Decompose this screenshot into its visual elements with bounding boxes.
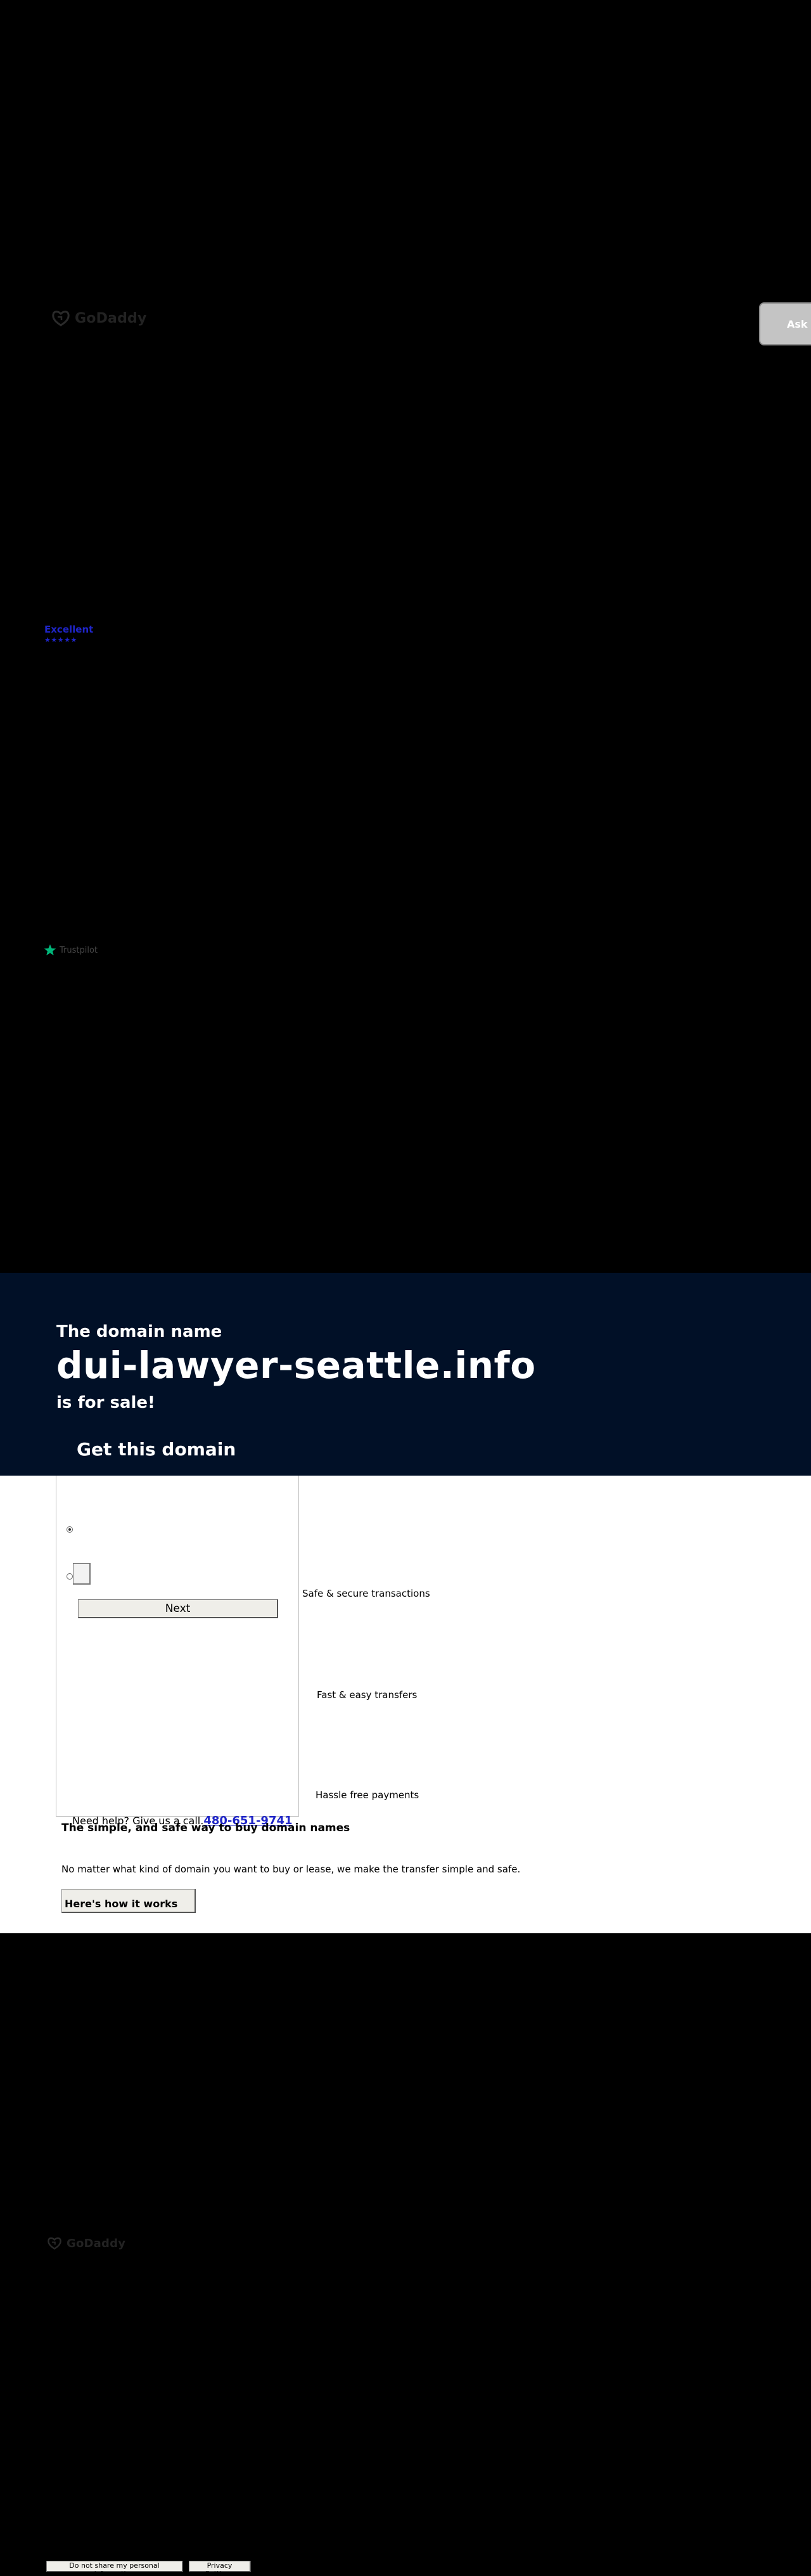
footer-logo-text: GoDaddy bbox=[67, 2236, 126, 2250]
trustpilot-badge[interactable]: Trustpilot bbox=[43, 943, 98, 957]
feature-fast-transfers: Fast & easy transfers bbox=[317, 1689, 418, 1701]
trustpilot-star-icon bbox=[44, 944, 56, 956]
info-description: No matter what kind of domain you want t… bbox=[61, 1864, 521, 1875]
hero-intro: The domain name bbox=[56, 1322, 222, 1341]
how-it-works-button[interactable]: Here's how it works bbox=[61, 1889, 196, 1913]
godaddy-logo[interactable]: GoDaddy bbox=[51, 309, 147, 327]
hero-banner: The domain name dui-lawyer-seattle.info … bbox=[0, 1273, 811, 1476]
godaddy-logo-icon bbox=[52, 311, 70, 326]
lease-option-radio[interactable] bbox=[67, 1573, 73, 1580]
godaddy-logo-icon bbox=[48, 2237, 61, 2250]
buy-option-radio[interactable] bbox=[67, 1526, 73, 1533]
logo-text: GoDaddy bbox=[75, 310, 147, 326]
privacy-settings-button[interactable]: Privacy Settings bbox=[189, 2561, 251, 2576]
purchase-section: Next Safe & secure transactions Fast & e… bbox=[0, 1476, 811, 1933]
info-title: The simple, and safe way to buy domain n… bbox=[61, 1822, 350, 1834]
rating-block: Excellent ★★★★★ bbox=[44, 624, 93, 644]
ask-button[interactable]: Ask A bbox=[759, 302, 811, 345]
hero-suffix: is for sale! bbox=[56, 1393, 155, 1412]
next-button[interactable]: Next bbox=[78, 1599, 278, 1618]
footer: GoDaddy Do not share my personal informa… bbox=[0, 1933, 811, 2576]
trustpilot-text: Trustpilot bbox=[60, 945, 98, 955]
feature-hassle-free-payments: Hassle free payments bbox=[316, 1789, 419, 1801]
top-section: GoDaddy Ask A Excellent ★★★★★ Trustpilot bbox=[0, 0, 811, 1273]
rating-stars-icon: ★★★★★ bbox=[44, 636, 77, 644]
feature-secure-transactions: Safe & secure transactions bbox=[302, 1588, 430, 1599]
offer-input[interactable] bbox=[73, 1563, 91, 1585]
rating-label-link[interactable]: Excellent bbox=[44, 624, 93, 635]
domain-name-title: dui-lawyer-seattle.info bbox=[56, 1344, 536, 1387]
footer-godaddy-logo[interactable]: GoDaddy bbox=[46, 2236, 125, 2250]
purchase-card: Next bbox=[56, 1476, 299, 1817]
get-domain-heading: Get this domain bbox=[77, 1439, 236, 1460]
do-not-share-button[interactable]: Do not share my personal information bbox=[46, 2561, 183, 2576]
